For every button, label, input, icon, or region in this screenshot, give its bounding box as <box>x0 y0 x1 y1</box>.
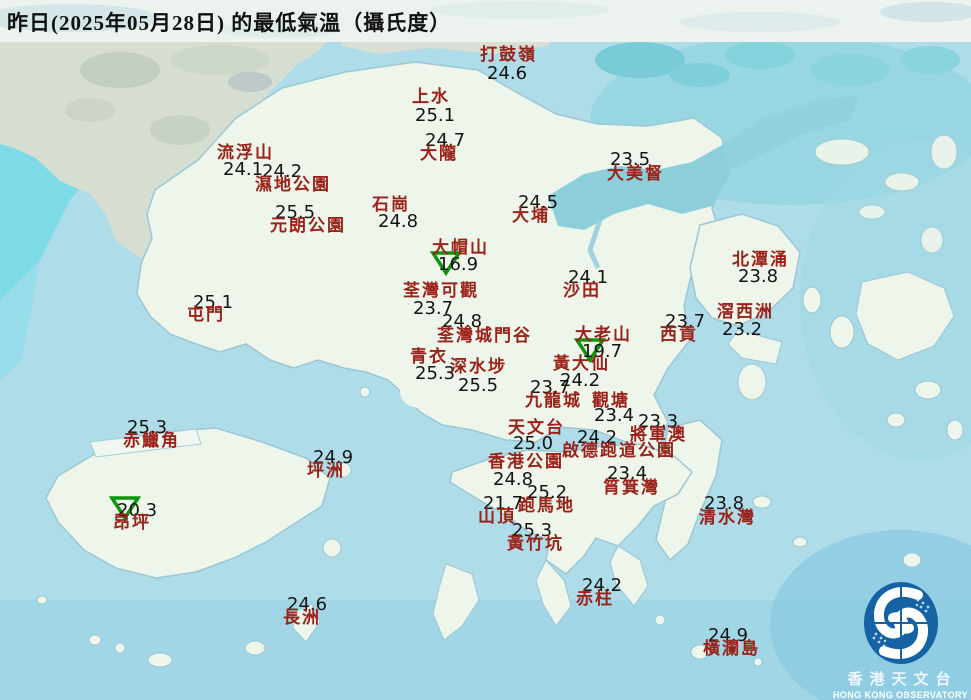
station-value: 25.0 <box>513 433 554 454</box>
hko-logo: 香港天文台 HONG KONG OBSERVATORY <box>830 580 971 700</box>
station-name: 石崗 <box>372 195 410 214</box>
station-name: 青衣 <box>410 347 448 366</box>
station-value: 23.2 <box>722 319 763 340</box>
station-value: 25.1 <box>415 105 456 126</box>
station-name: 天文台 <box>508 418 565 437</box>
station-value: 25.5 <box>458 375 499 396</box>
station-name: 屯門 <box>187 305 225 324</box>
station-name: 濕地公園 <box>255 175 331 194</box>
station-name: 大埔 <box>512 206 550 225</box>
station-name: 橫瀾島 <box>703 639 760 658</box>
station-name: 赤鱲角 <box>123 431 180 450</box>
hko-logo-english-name: HONG KONG OBSERVATORY <box>833 690 968 700</box>
station-name: 赤柱 <box>576 589 614 608</box>
hko-logo-icon <box>863 582 938 664</box>
station-name: 荃灣城門谷 <box>437 326 532 345</box>
station-name: 跑馬地 <box>518 496 575 515</box>
page-title: 昨日(2025年05月28日) 的最低氣溫（攝氏度） <box>7 11 452 35</box>
station-name: 坪洲 <box>307 461 345 480</box>
station-name: 大老山 <box>575 325 632 344</box>
station-name: 西貢 <box>660 325 698 344</box>
station-name: 沙田 <box>563 281 601 300</box>
hko-logo-chinese-name: 香港天文台 <box>847 672 958 688</box>
station-name: 大帽山 <box>432 238 489 257</box>
station-name: 黃大仙 <box>553 354 610 373</box>
station-name: 長洲 <box>283 608 321 627</box>
station-name: 昂坪 <box>113 513 151 532</box>
station-name: 大美督 <box>607 164 664 183</box>
weather-map-canvas: 昨日(2025年05月28日) 的最低氣溫（攝氏度） 24.6 打鼓嶺 25.1… <box>0 0 971 700</box>
station-value: 24.6 <box>487 63 528 84</box>
station-name: 筲箕灣 <box>603 478 660 497</box>
station-name: 啟德跑道公園 <box>562 441 676 460</box>
station-name: 觀塘 <box>592 391 630 410</box>
station-value: 24.8 <box>378 211 419 232</box>
station-name: 九龍城 <box>525 391 582 410</box>
station-value: 16.9 <box>438 254 479 275</box>
station-name: 滘西洲 <box>717 302 774 321</box>
station-name: 清水灣 <box>699 508 756 527</box>
station-name: 黃竹坑 <box>507 534 564 553</box>
station-name: 荃灣可觀 <box>403 281 479 300</box>
station-name: 元朗公園 <box>270 216 346 235</box>
station-name: 山頂 <box>478 507 516 526</box>
station-name: 北潭涌 <box>732 250 789 269</box>
station-name: 流浮山 <box>217 143 274 162</box>
station-value: 23.8 <box>738 266 779 287</box>
station-name: 香港公園 <box>488 452 564 471</box>
station-name: 上水 <box>412 87 450 106</box>
station-name: 大隴 <box>420 144 458 163</box>
station-name: 打鼓嶺 <box>480 45 537 64</box>
station-name: 深水埗 <box>450 357 507 376</box>
stations-layer: 24.6 打鼓嶺 25.1 上水 24.7 大隴 24.1 流浮山 24.2 濕… <box>0 0 971 700</box>
